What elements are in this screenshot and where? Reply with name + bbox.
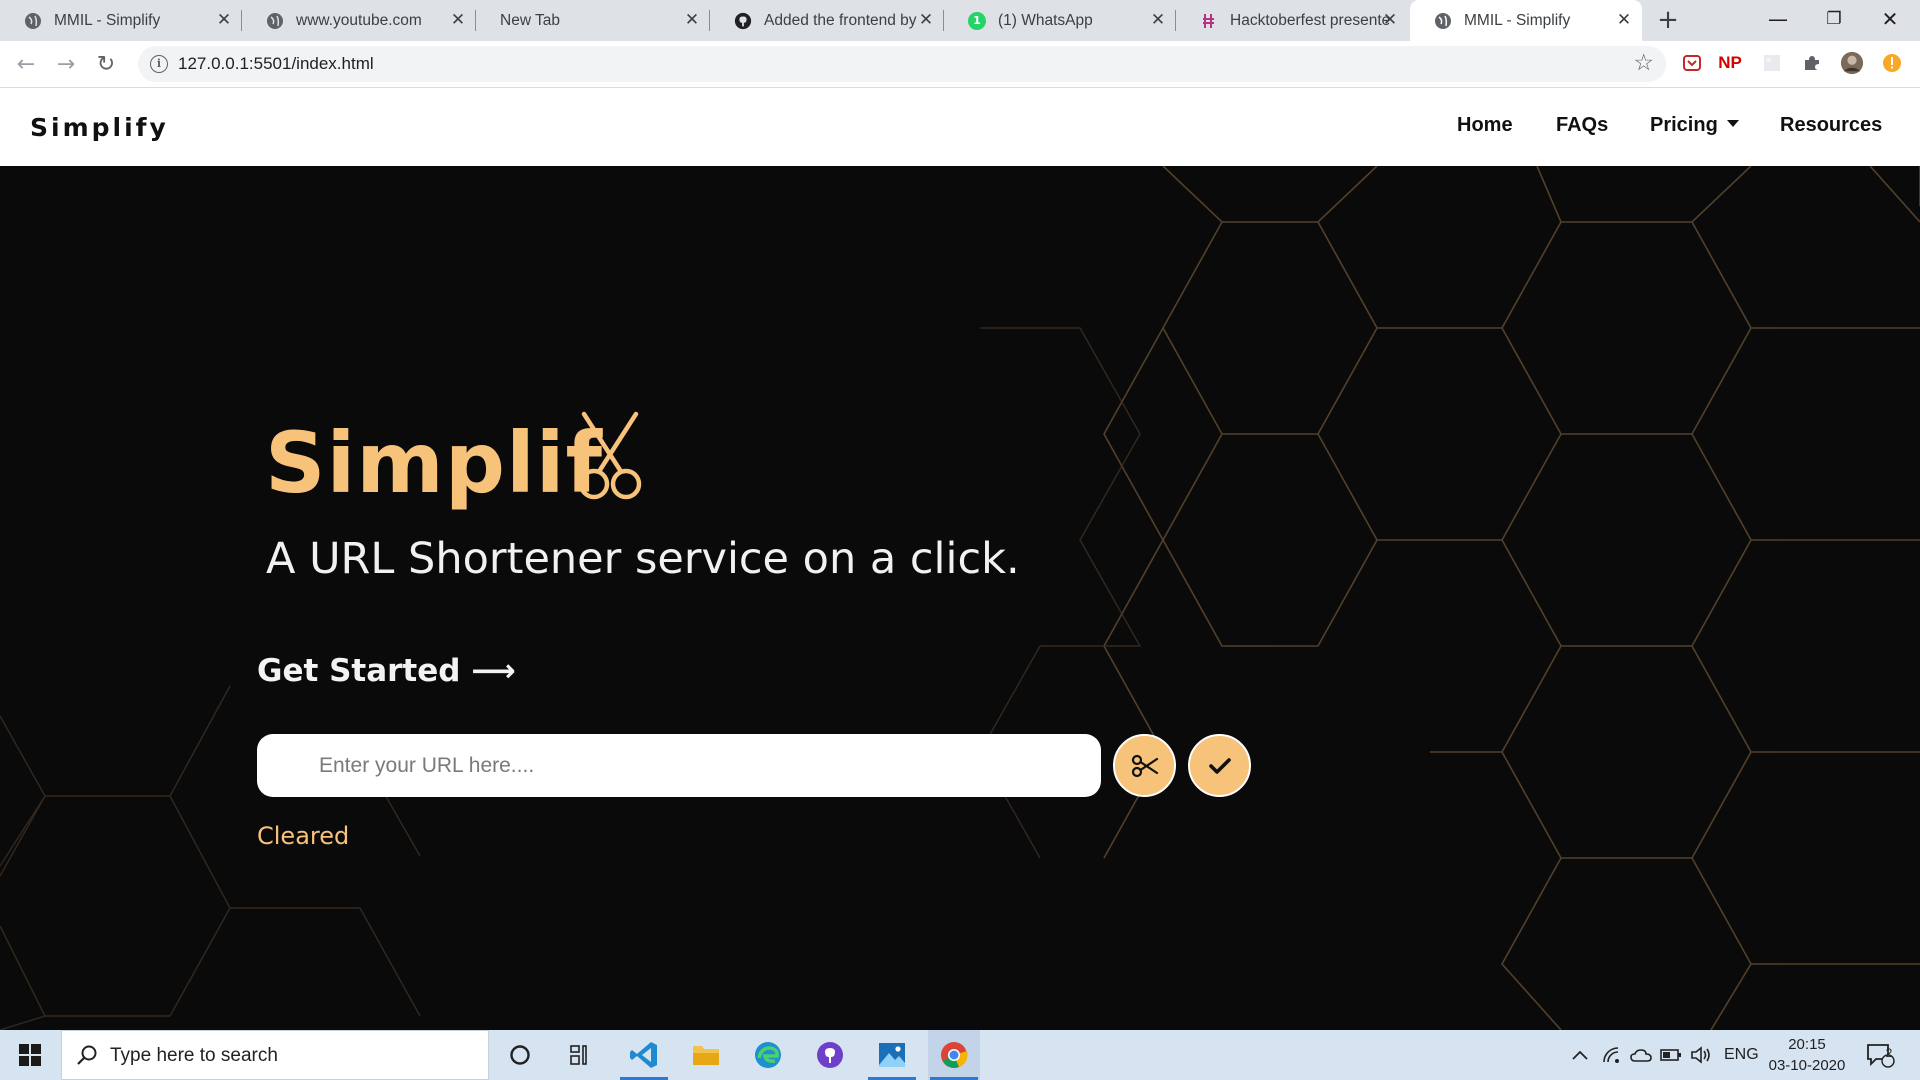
browser-tab[interactable]: New Tab ✕ [476, 0, 710, 41]
search-icon [76, 1044, 98, 1072]
extension-icon[interactable] [1760, 51, 1784, 75]
system-clock[interactable]: 20:15 03-10-2020 [1762, 1034, 1852, 1076]
scissors-icon [1131, 754, 1158, 777]
vscode-icon[interactable] [618, 1030, 670, 1080]
globe-icon [266, 12, 284, 30]
address-url: 127.0.0.1:5501/index.html [178, 54, 374, 73]
start-button[interactable] [0, 1030, 60, 1080]
update-alert-icon[interactable] [1880, 51, 1904, 75]
minimize-button[interactable]: — [1750, 0, 1806, 41]
bookmark-star-icon[interactable]: ☆ [1633, 50, 1654, 76]
site-brand[interactable]: Simplify [30, 113, 169, 142]
get-started-heading: Get Started ⟶ [257, 653, 516, 689]
notifications-icon[interactable]: 2 [1866, 1030, 1896, 1080]
wifi-icon[interactable] [1602, 1030, 1622, 1080]
close-icon[interactable]: ✕ [682, 10, 702, 30]
url-input[interactable] [257, 734, 1101, 797]
close-icon[interactable]: ✕ [1148, 10, 1168, 30]
browser-tab[interactable]: www.youtube.com ✕ [242, 0, 476, 41]
whatsapp-icon: 1 [968, 11, 986, 30]
caret-down-icon [1726, 120, 1739, 127]
submit-button[interactable] [1188, 734, 1251, 797]
address-bar[interactable]: i 127.0.0.1:5501/index.html ☆ [138, 46, 1666, 82]
nav-pricing[interactable]: Pricing [1650, 114, 1739, 137]
np-extension-icon[interactable]: NP [1718, 51, 1742, 75]
hero-tagline: A URL Shortener service on a click. [266, 534, 1020, 584]
taskbar-search-box[interactable]: Type here to search [61, 1030, 489, 1080]
clock-time: 20:15 [1788, 1036, 1826, 1053]
edge-browser-icon[interactable] [742, 1030, 794, 1080]
shorten-button[interactable] [1113, 734, 1176, 797]
cortana-icon[interactable] [494, 1030, 546, 1080]
onedrive-icon[interactable] [1630, 1030, 1652, 1080]
github-icon [734, 12, 752, 30]
windows-logo-icon [19, 1044, 41, 1066]
volume-icon[interactable] [1690, 1030, 1712, 1080]
nav-resources[interactable]: Resources [1780, 114, 1882, 137]
browser-tab-active[interactable]: MMIL - Simplify ✕ [1410, 0, 1642, 41]
language-indicator[interactable]: ENG [1724, 1030, 1759, 1080]
restore-button[interactable]: ❐ [1806, 0, 1862, 41]
show-hidden-icons-icon[interactable] [1570, 1030, 1590, 1080]
browser-tab[interactable]: Added the frontend by ✕ [710, 0, 944, 41]
close-icon[interactable]: ✕ [214, 10, 234, 30]
task-view-icon[interactable] [555, 1030, 607, 1080]
browser-toolbar: ← → ↻ i 127.0.0.1:5501/index.html ☆ [0, 41, 1920, 88]
back-button[interactable]: ← [10, 49, 42, 81]
nav-pricing-label: Pricing [1650, 114, 1718, 136]
avatar[interactable] [1840, 51, 1864, 75]
search-placeholder: Type here to search [110, 1045, 278, 1066]
globe-icon [1434, 12, 1452, 30]
reload-button[interactable]: ↻ [90, 49, 122, 81]
browser-tab[interactable]: MMIL - Simplify ✕ [0, 0, 242, 41]
browser-tab-strip: MMIL - Simplify ✕ www.youtube.com ✕ New … [0, 0, 1920, 41]
scissors-logo-icon [578, 411, 642, 500]
windows-taskbar: Type here to search ENG 20:15 03-10-2020 [0, 1030, 1920, 1080]
battery-icon[interactable] [1660, 1030, 1682, 1080]
info-icon[interactable]: i [150, 55, 168, 73]
notification-count: 2 [1885, 1046, 1893, 1060]
browser-tab[interactable]: 1 (1) WhatsApp ✕ [944, 0, 1176, 41]
checkmark-icon [1208, 757, 1231, 774]
puzzle-extensions-icon[interactable] [1800, 51, 1824, 75]
nav-home[interactable]: Home [1457, 114, 1513, 137]
hero-section: Simplif A URL Shortener service on a cli… [0, 166, 1920, 1030]
web-page: Simplify Home FAQs Pricing Resources Sim… [0, 88, 1920, 1030]
forward-button[interactable]: → [50, 49, 82, 81]
close-window-button[interactable]: ✕ [1862, 0, 1918, 41]
github-desktop-icon[interactable] [804, 1030, 856, 1080]
chrome-icon[interactable] [928, 1030, 980, 1080]
nav-faqs[interactable]: FAQs [1556, 114, 1608, 137]
site-navbar: Simplify Home FAQs Pricing Resources [0, 88, 1920, 166]
close-icon[interactable]: ✕ [1614, 10, 1634, 30]
new-tab-button[interactable]: + [1654, 7, 1682, 35]
hacktoberfest-icon [1200, 12, 1218, 30]
hero-title: Simplif [265, 414, 604, 512]
file-explorer-icon[interactable] [680, 1030, 732, 1080]
pocket-extension-icon[interactable] [1680, 51, 1704, 75]
close-icon[interactable]: ✕ [916, 10, 936, 30]
photos-app-icon[interactable] [866, 1030, 918, 1080]
globe-icon [24, 12, 42, 30]
hexagon-pattern-background [0, 166, 1920, 1030]
close-icon[interactable]: ✕ [1380, 10, 1400, 30]
status-message: Cleared [257, 822, 350, 850]
tab-title: New Tab [500, 11, 561, 29]
close-icon[interactable]: ✕ [448, 10, 468, 30]
clock-date: 03-10-2020 [1768, 1057, 1846, 1074]
browser-tab[interactable]: Hacktoberfest presente ✕ [1176, 0, 1408, 41]
